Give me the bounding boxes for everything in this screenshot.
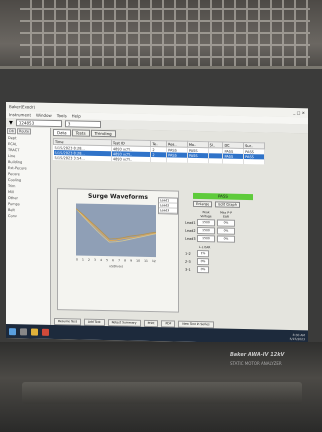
x-tick-label: 5 [106, 258, 108, 263]
tab-tests[interactable]: Tests [71, 129, 90, 137]
x-tick-label: 8 [124, 258, 127, 263]
series-line-2 [76, 208, 156, 243]
reading-row: Lead3 1500 0% [185, 235, 258, 244]
peak-voltage-header: Peak Voltage [200, 210, 212, 219]
app-screen: Baker(Exodr) _ □ ✕ Instrument Window Too… [6, 102, 308, 345]
menu-instrument[interactable]: Instrument [9, 112, 31, 117]
ear-value: 0% [217, 227, 235, 235]
x-tick-label: 3 [94, 257, 96, 262]
x-tick-label: 11 [144, 258, 148, 263]
tab-db[interactable]: Db [7, 128, 16, 135]
pass-indicator: PASS [193, 192, 253, 201]
x-tick-label: 1 [82, 257, 84, 262]
x-tick-label: 6 [112, 258, 115, 263]
tree-panel: Db Route Dept ECAL TRACT Line Building E… [6, 127, 51, 325]
tray-date: 5/15/2023 [289, 336, 305, 342]
retest-summary-button[interactable]: Retest Summary [107, 318, 141, 327]
ll-label: 1-2 [185, 251, 191, 256]
start-icon[interactable] [9, 327, 16, 335]
ll-value: 0% [197, 258, 209, 266]
peak-voltage-value: 1500 [197, 235, 215, 243]
results-table: Time Test ID Te.. Res.. Mo.. Sl.. DC Sur… [53, 137, 265, 165]
edit-graph-button[interactable]: Edit Graph [215, 201, 240, 208]
cell [222, 158, 244, 164]
add-test-button[interactable]: Add Test [83, 318, 105, 326]
ll-row: 3-1 0% [185, 266, 258, 275]
cell [208, 158, 223, 164]
peak-voltage-value: 1500 [197, 219, 215, 227]
chart-panel: Surge Waveforms Lead1 Lead2 Lead3 012345… [57, 188, 179, 313]
serial-field[interactable]: 124853 [15, 119, 62, 128]
window-title: Baker(Exodr) [9, 104, 35, 110]
explorer-icon[interactable] [31, 328, 38, 336]
menu-window[interactable]: Window [36, 113, 52, 118]
main-panel: Data Tests Trending Time Test ID Te.. Re… [51, 127, 308, 331]
x-tick-label: 9 [130, 258, 133, 263]
device-model: STATIC MOTOR ANALYZER [230, 361, 282, 366]
x-tick-label: 4 [100, 257, 102, 263]
readings-header: Peak Voltage Max P-P EAR [185, 210, 258, 220]
x-ticks: 0 1 2 3 4 5 6 7 8 9 10 11 12 [76, 257, 156, 263]
max-ear-header: Max P-P EAR [220, 210, 232, 219]
menu-tools[interactable]: Tools [57, 113, 67, 118]
reading-label: Lead3 [185, 236, 196, 241]
legend-lead3: Lead3 [159, 208, 177, 214]
tab-trending[interactable]: Trending [90, 129, 116, 138]
ear-value: 0% [217, 219, 235, 227]
menu-help[interactable]: Help [72, 113, 81, 118]
system-tray[interactable]: 8:30 AM 5/15/2023 [290, 333, 305, 341]
surge-plot [76, 203, 156, 258]
cell [166, 157, 188, 163]
x-tick-label: 12 [152, 259, 156, 264]
print-button[interactable]: Print [143, 319, 159, 327]
x-tick-label: 10 [136, 258, 140, 263]
x-tick-label: 0 [76, 257, 78, 262]
cell [150, 157, 167, 163]
wire-cage [20, 0, 310, 68]
chart-legend: Lead1 Lead2 Lead3 [158, 197, 178, 215]
new-test-button[interactable]: New Test in Series [178, 320, 214, 328]
cell [187, 157, 209, 164]
cell [243, 158, 265, 165]
reading-label: Lead1 [185, 220, 196, 225]
ear-value: 0% [217, 235, 235, 243]
window-controls[interactable]: _ □ ✕ [293, 110, 305, 115]
x-axis-label: uS/Div(x) [109, 264, 123, 269]
results-panel: PASS Enlarge Edit Graph Peak Voltage Max… [183, 192, 258, 315]
ll-label: 3-1 [185, 267, 191, 272]
peak-voltage-value: 1500 [197, 227, 215, 235]
search-icon[interactable] [20, 327, 27, 335]
ll-value: 0% [197, 266, 209, 274]
cell: 5/15/2023 3:54... [53, 154, 112, 162]
tab-route[interactable]: Route [16, 128, 32, 135]
count-field[interactable]: 3 [64, 120, 101, 128]
x-tick-label: 2 [88, 257, 90, 262]
enlarge-button[interactable]: Enlarge [193, 200, 213, 208]
pdf-button[interactable]: PDF [161, 319, 176, 328]
resume-test-button[interactable]: Resume Test [54, 317, 81, 326]
cell: 4893 xcTl.. [111, 156, 151, 163]
tree-item[interactable]: Conv [6, 213, 50, 220]
ll-value: 1% [197, 250, 209, 258]
x-tick-label: 7 [118, 258, 121, 263]
tab-data[interactable]: Data [53, 128, 71, 137]
device-brand: Baker AWA-IV 12kV [230, 352, 285, 358]
ll-label: 2-3 [185, 259, 191, 264]
chassis-handle [22, 382, 302, 404]
reading-label: Lead2 [185, 228, 196, 233]
filter-icon[interactable]: ▼ [9, 120, 13, 126]
app-icon[interactable] [42, 328, 49, 336]
